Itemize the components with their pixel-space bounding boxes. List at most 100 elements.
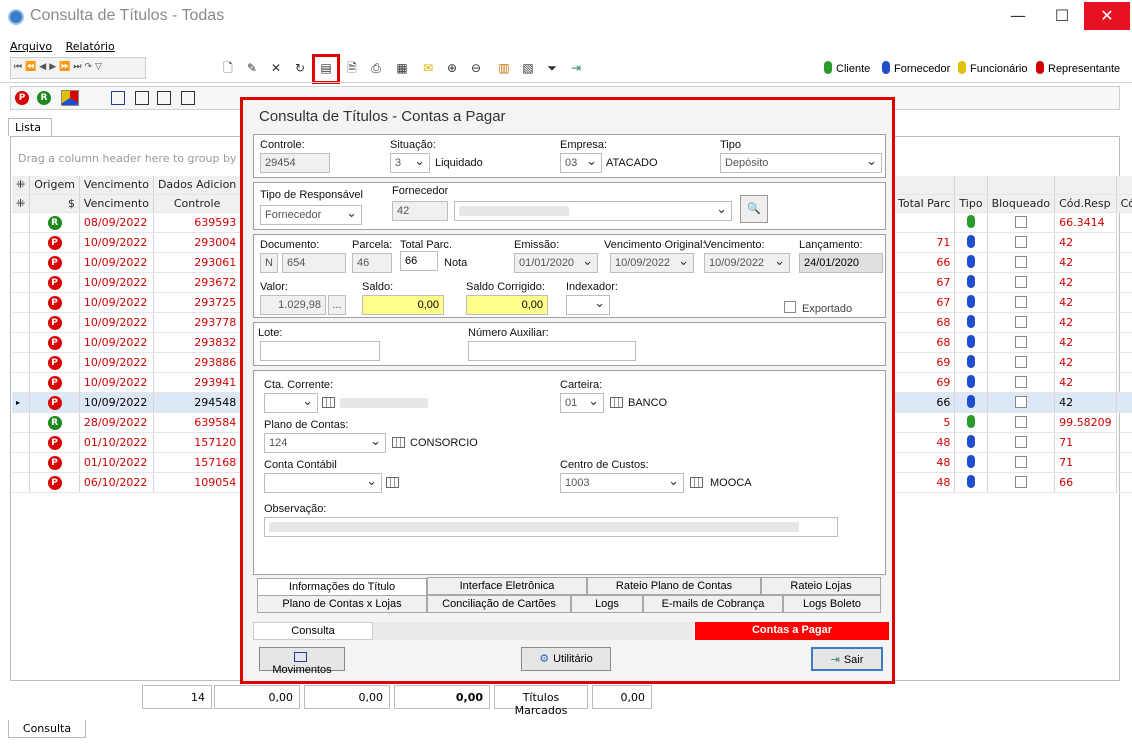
- minimize-button[interactable]: —: [998, 2, 1038, 30]
- cell-bloqueado[interactable]: [987, 312, 1056, 333]
- tab-lista[interactable]: Lista: [8, 118, 52, 136]
- tipo-responsavel-select[interactable]: Fornecedor: [260, 205, 362, 225]
- table-row[interactable]: 67 42: [894, 292, 1132, 313]
- header-origem[interactable]: Origem: [29, 176, 80, 195]
- sair-button[interactable]: ⇥ Sair: [811, 647, 883, 671]
- vencimento-original-date[interactable]: 10/09/2022: [610, 253, 694, 273]
- cell-bloqueado[interactable]: [987, 332, 1056, 353]
- table-row[interactable]: R 08/09/2022 639593: [12, 212, 272, 233]
- saldo-corrigido-field[interactable]: 0,00: [466, 295, 548, 315]
- report-icon[interactable]: ▦: [394, 60, 410, 76]
- movimentos-button[interactable]: Movimentos: [259, 647, 345, 676]
- print-icon[interactable]: ⎙: [368, 60, 384, 76]
- dialog-tab-consulta[interactable]: Consulta: [253, 622, 373, 640]
- carteira-select[interactable]: 01: [560, 393, 604, 413]
- exportado-checkbox[interactable]: [784, 301, 796, 313]
- header-vencimento[interactable]: Vencimento: [79, 194, 154, 213]
- bloqueado-checkbox[interactable]: [1014, 455, 1027, 468]
- valor-field[interactable]: 1.029,98: [260, 295, 326, 315]
- table-row[interactable]: 71 42: [894, 232, 1132, 253]
- tab-logs-boleto[interactable]: Logs Boleto: [783, 595, 881, 613]
- bloqueado-checkbox[interactable]: [1014, 335, 1027, 348]
- total-parc-field[interactable]: 66: [400, 251, 438, 271]
- emissao-date[interactable]: 01/01/2020: [514, 253, 598, 273]
- search-fornecedor-button[interactable]: 🔍: [740, 195, 768, 223]
- cell-bloqueado[interactable]: [987, 352, 1056, 373]
- header-controle[interactable]: Controle: [153, 194, 242, 213]
- tab-logs[interactable]: Logs: [571, 595, 643, 613]
- centro-custos-select[interactable]: 1003: [560, 473, 684, 493]
- cta-corrente-select[interactable]: [264, 393, 318, 413]
- select-icon[interactable]: [111, 91, 125, 105]
- edit-icon[interactable]: ✎: [244, 60, 260, 76]
- lote-field[interactable]: [260, 341, 380, 361]
- header-tipo[interactable]: Tipo: [954, 194, 988, 213]
- table-row[interactable]: 68 42: [894, 332, 1132, 353]
- bloqueado-checkbox[interactable]: [1014, 435, 1027, 448]
- status-tab-consulta[interactable]: Consulta: [8, 720, 86, 738]
- mail-icon[interactable]: ✉: [420, 60, 436, 76]
- table-row[interactable]: 66 42: [894, 252, 1132, 273]
- menu-arquivo[interactable]: Arquivo: [10, 40, 52, 53]
- zoom-in-icon[interactable]: ⊕: [444, 60, 460, 76]
- valor-ellipsis-button[interactable]: ...: [328, 295, 346, 315]
- lookup-grid-icon[interactable]: [386, 477, 399, 488]
- header-bloqueado[interactable]: Bloqueado: [987, 194, 1056, 213]
- cell-bloqueado[interactable]: [987, 252, 1056, 273]
- table-row[interactable]: P 10/09/2022 293061: [12, 252, 272, 273]
- bloqueado-checkbox[interactable]: [1014, 415, 1027, 428]
- lookup-grid-icon[interactable]: [610, 397, 623, 408]
- header-dados-adicionais[interactable]: Dados Adicion: [153, 176, 242, 195]
- header-vencimento-top[interactable]: Vencimento: [79, 176, 154, 195]
- table-row[interactable]: P 10/09/2022 293886: [12, 352, 272, 373]
- maximize-button[interactable]: ☐: [1042, 2, 1082, 30]
- uncheck-icon[interactable]: [181, 91, 195, 105]
- utilitario-button[interactable]: ⚙ Utilitário: [521, 647, 611, 671]
- cell-bloqueado[interactable]: [987, 412, 1056, 433]
- columns-icon[interactable]: ▧: [520, 60, 536, 76]
- delete-icon[interactable]: ✕: [268, 60, 284, 76]
- table-row[interactable]: 67 42: [894, 272, 1132, 293]
- bloqueado-checkbox[interactable]: [1014, 295, 1027, 308]
- bloqueado-checkbox[interactable]: [1014, 395, 1027, 408]
- lookup-grid-icon[interactable]: [690, 477, 703, 488]
- table-row[interactable]: P 06/10/2022 109054: [12, 472, 272, 493]
- check-all-icon[interactable]: [135, 91, 149, 105]
- exit-icon[interactable]: ⇥: [568, 60, 584, 76]
- table-row[interactable]: P 10/09/2022 293004: [12, 232, 272, 253]
- tab-conciliacao-cartoes[interactable]: Conciliação de Cartões: [427, 595, 571, 613]
- tab-plano-contas-lojas[interactable]: Plano de Contas x Lojas: [257, 595, 427, 613]
- saldo-field[interactable]: 0,00: [362, 295, 444, 315]
- tab-interface-eletronica[interactable]: Interface Eletrônica: [427, 577, 587, 595]
- header-cod-resp[interactable]: Cód.Resp: [1054, 194, 1117, 213]
- fornecedor-name-select[interactable]: [454, 201, 732, 221]
- vencimento-date[interactable]: 10/09/2022: [704, 253, 790, 273]
- bloqueado-checkbox[interactable]: [1014, 275, 1027, 288]
- header-dollar[interactable]: $: [29, 194, 80, 213]
- cell-bloqueado[interactable]: [987, 292, 1056, 313]
- table-row[interactable]: P 10/09/2022 293778: [12, 312, 272, 333]
- observacao-field[interactable]: [264, 517, 838, 537]
- bloqueado-checkbox[interactable]: [1014, 235, 1027, 248]
- table-row[interactable]: 48 71: [894, 452, 1132, 473]
- table-row[interactable]: P 01/10/2022 157168: [12, 452, 272, 473]
- bloqueado-checkbox[interactable]: [1014, 355, 1027, 368]
- parcela-field[interactable]: 46: [352, 253, 392, 273]
- close-button[interactable]: ✕: [1084, 2, 1130, 30]
- origin-p-icon[interactable]: P: [15, 91, 29, 105]
- bloqueado-checkbox[interactable]: [1014, 315, 1027, 328]
- cell-bloqueado[interactable]: [987, 452, 1056, 473]
- doc-prefix[interactable]: N: [260, 253, 278, 273]
- cell-bloqueado[interactable]: [987, 392, 1056, 413]
- preview-icon[interactable]: 🗎: [344, 60, 360, 76]
- table-row[interactable]: P 10/09/2022 293941: [12, 372, 272, 393]
- indexador-select[interactable]: [566, 295, 610, 315]
- controle-field[interactable]: 29454: [260, 153, 330, 173]
- table-row[interactable]: 48 71: [894, 432, 1132, 453]
- cell-bloqueado[interactable]: [987, 472, 1056, 493]
- conta-contabil-select[interactable]: [264, 473, 382, 493]
- zoom-out-icon[interactable]: ⊖: [468, 60, 484, 76]
- table-row[interactable]: R 28/09/2022 639584: [12, 412, 272, 433]
- table-row[interactable]: 69 42: [894, 372, 1132, 393]
- table-row[interactable]: 48 66: [894, 472, 1132, 493]
